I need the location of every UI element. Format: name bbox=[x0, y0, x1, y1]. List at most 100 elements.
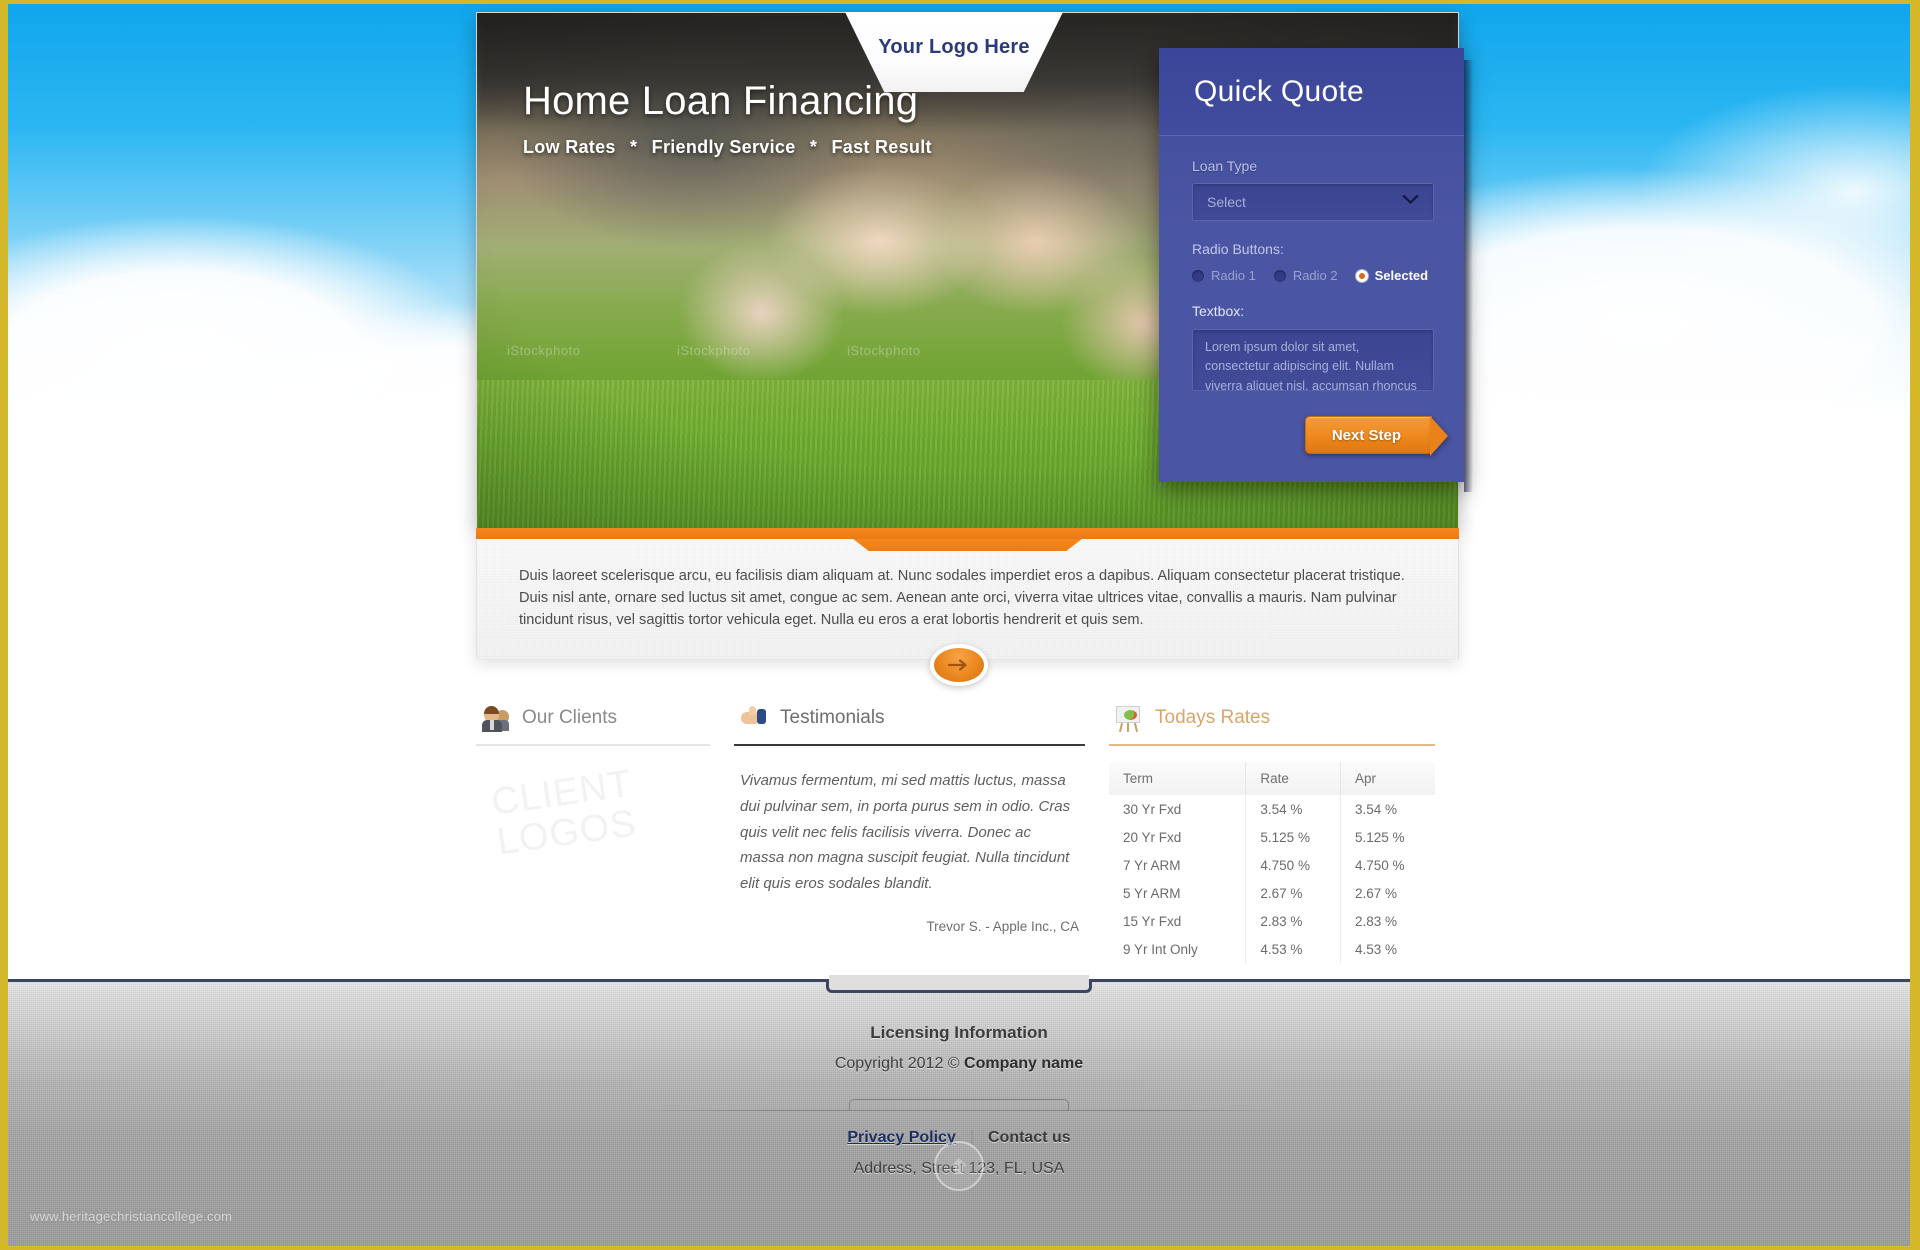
radio-dot-icon bbox=[1273, 269, 1286, 282]
rate-term: 9 Yr Int Only bbox=[1109, 935, 1247, 963]
orange-divider-bar bbox=[476, 528, 1459, 551]
intro-paragraph: Duis laoreet scelerisque arcu, eu facili… bbox=[519, 568, 1405, 629]
page-footer: Licensing Information Copyright 2012 © C… bbox=[8, 975, 1910, 1246]
rate-value: 5.125 % bbox=[1245, 823, 1341, 851]
rates-header-row: Term Rate Apr bbox=[1109, 762, 1435, 795]
our-clients-header: Our Clients bbox=[476, 692, 734, 744]
column-testimonials: Testimonials Vivamus fermentum, mi sed m… bbox=[734, 692, 1109, 952]
table-row: 5 Yr ARM 2.67 % 2.67 % bbox=[1109, 879, 1435, 907]
hero-title: Home Loan Financing bbox=[523, 79, 919, 123]
tagline-star-1: * bbox=[630, 137, 638, 157]
rate-value: 4.53 % bbox=[1245, 935, 1341, 963]
quick-quote-actions: Next Step bbox=[1192, 416, 1448, 456]
table-row: 30 Yr Fxd 3.54 % 3.54 % bbox=[1109, 795, 1435, 823]
tagline-item-2: Friendly Service bbox=[651, 137, 796, 157]
radio-label-3: Selected bbox=[1374, 268, 1429, 283]
client-logos-placeholder: CLIENT LOGOS bbox=[489, 763, 640, 864]
rates-table-wrap: Term Rate Apr 30 Yr Fxd 3.54 % 3.54 % 20… bbox=[1109, 746, 1459, 963]
contact-us-link[interactable]: Contact us bbox=[988, 1129, 1071, 1146]
rate-value: 3.54 % bbox=[1245, 795, 1341, 823]
rate-term: 20 Yr Fxd bbox=[1109, 823, 1247, 851]
table-row: 7 Yr ARM 4.750 % 4.750 % bbox=[1109, 851, 1435, 879]
rate-term: 15 Yr Fxd bbox=[1109, 907, 1247, 935]
scroll-down-button[interactable] bbox=[930, 644, 988, 686]
footer-notch-fill bbox=[829, 975, 1089, 981]
radio-dot-selected-icon bbox=[1355, 269, 1368, 282]
quick-quote-shadow bbox=[1464, 60, 1473, 492]
page-frame: iStockphoto iStockphoto iStockphoto Home… bbox=[0, 0, 1920, 1250]
tagline-item-3: Fast Result bbox=[831, 137, 932, 157]
copyright-prefix: Copyright 2012 © bbox=[834, 1055, 965, 1072]
radio-group: Radio 1 Radio 2 Selected bbox=[1192, 268, 1434, 283]
scroll-to-top-button[interactable] bbox=[934, 1141, 984, 1191]
rate-term: 30 Yr Fxd bbox=[1109, 795, 1247, 823]
rates-header-rate: Rate bbox=[1245, 762, 1341, 795]
radio-option-2[interactable]: Radio 2 bbox=[1273, 268, 1338, 283]
radio-label-2: Radio 2 bbox=[1292, 268, 1338, 283]
todays-rates-header: Todays Rates bbox=[1109, 692, 1459, 744]
hero-tagline: Low Rates * Friendly Service * Fast Resu… bbox=[523, 137, 932, 158]
chart-easel-icon bbox=[1115, 705, 1142, 732]
copyright-line: Copyright 2012 © Company name bbox=[8, 1055, 1910, 1073]
next-step-button[interactable]: Next Step bbox=[1304, 416, 1448, 456]
company-name: Company name bbox=[964, 1055, 1084, 1072]
column-our-clients: Our Clients CLIENT LOGOS bbox=[476, 692, 734, 952]
radio-option-3[interactable]: Selected bbox=[1355, 268, 1429, 283]
arrow-up-icon bbox=[951, 1158, 967, 1174]
apr-value: 5.125 % bbox=[1354, 829, 1405, 845]
radio-option-1[interactable]: Radio 1 bbox=[1192, 268, 1256, 283]
clients-icon bbox=[482, 705, 509, 732]
testimonial-author: Trevor S. - Apple Inc., CA bbox=[926, 918, 1079, 934]
quick-quote-header: Quick Quote bbox=[1159, 48, 1464, 136]
loan-type-value: Select bbox=[1207, 194, 1246, 210]
arrow-right-icon bbox=[947, 659, 967, 671]
rate-value: 2.83 % bbox=[1245, 907, 1341, 935]
column-todays-rates: Todays Rates Term Rate Apr 30 Yr Fxd 3.5… bbox=[1109, 692, 1459, 963]
testimonial-quote: Vivamus fermentum, mi sed mattis luctus,… bbox=[740, 772, 1071, 893]
loan-type-select[interactable]: Select bbox=[1192, 183, 1434, 221]
stock-watermark-1: iStockphoto bbox=[507, 343, 581, 358]
textbox-input[interactable]: Lorem ipsum dolor sit amet, consectetur … bbox=[1192, 329, 1434, 391]
testimonials-header: Testimonials bbox=[734, 692, 1109, 744]
radio-label-1: Radio 1 bbox=[1211, 268, 1256, 283]
page-root: iStockphoto iStockphoto iStockphoto Home… bbox=[8, 4, 1910, 1246]
site-watermark: www.heritagechristiancollege.com bbox=[30, 1209, 233, 1224]
apr-value: 4.750 % bbox=[1354, 857, 1405, 873]
rate-term: 5 Yr ARM bbox=[1109, 879, 1247, 907]
textbox-label: Textbox: bbox=[1192, 303, 1245, 319]
footer-separator-bump bbox=[849, 1099, 1069, 1111]
stock-watermark-2: iStockphoto bbox=[677, 343, 751, 358]
todays-rates-title: Todays Rates bbox=[1155, 707, 1271, 728]
apr-value: 3.54 % bbox=[1354, 801, 1397, 817]
next-step-label: Next Step bbox=[1331, 426, 1401, 444]
three-column-section: Our Clients CLIENT LOGOS Testimonials Vi… bbox=[476, 692, 1459, 963]
table-row: 9 Yr Int Only 4.53 % 4.53 % bbox=[1109, 935, 1435, 963]
quick-quote-heading: Quick Quote bbox=[1194, 74, 1365, 108]
rates-table-body: 30 Yr Fxd 3.54 % 3.54 % 20 Yr Fxd 5.125 … bbox=[1109, 795, 1435, 963]
our-clients-title: Our Clients bbox=[522, 707, 618, 728]
rates-header-apr: Apr bbox=[1340, 762, 1435, 795]
radio-dot-icon bbox=[1192, 269, 1204, 282]
thumbs-up-icon bbox=[740, 705, 767, 732]
apr-value: 2.67 % bbox=[1354, 885, 1397, 901]
table-row: 20 Yr Fxd 5.125 % 5.125 % bbox=[1109, 823, 1435, 851]
rate-term: 7 Yr ARM bbox=[1109, 851, 1247, 879]
rate-value: 4.750 % bbox=[1245, 851, 1341, 879]
apr-value: 2.83 % bbox=[1354, 913, 1397, 929]
hero-text-block: Home Loan Financing Low Rates * Friendly… bbox=[523, 79, 932, 158]
quick-quote-body: Loan Type Select Radio Buttons: Radio 1 bbox=[1159, 136, 1464, 456]
rates-header-term: Term bbox=[1109, 762, 1247, 795]
loan-type-label: Loan Type bbox=[1192, 158, 1258, 174]
tagline-star-2: * bbox=[809, 137, 818, 157]
radio-group-label: Radio Buttons: bbox=[1192, 241, 1284, 257]
footer-separator bbox=[629, 1099, 1289, 1113]
licensing-title: Licensing Information bbox=[870, 1023, 1048, 1042]
chevron-down-icon bbox=[1401, 193, 1420, 211]
privacy-policy-link[interactable]: Privacy Policy bbox=[847, 1129, 956, 1146]
orange-divider-tab bbox=[853, 539, 1082, 551]
testimonials-title: Testimonials bbox=[780, 707, 885, 728]
rate-value: 2.67 % bbox=[1245, 879, 1341, 907]
logo-text: Your Logo Here bbox=[878, 35, 1030, 58]
quick-quote-panel: Quick Quote Loan Type Select Radio Butto… bbox=[1159, 48, 1473, 492]
tagline-item-1: Low Rates bbox=[523, 137, 616, 157]
